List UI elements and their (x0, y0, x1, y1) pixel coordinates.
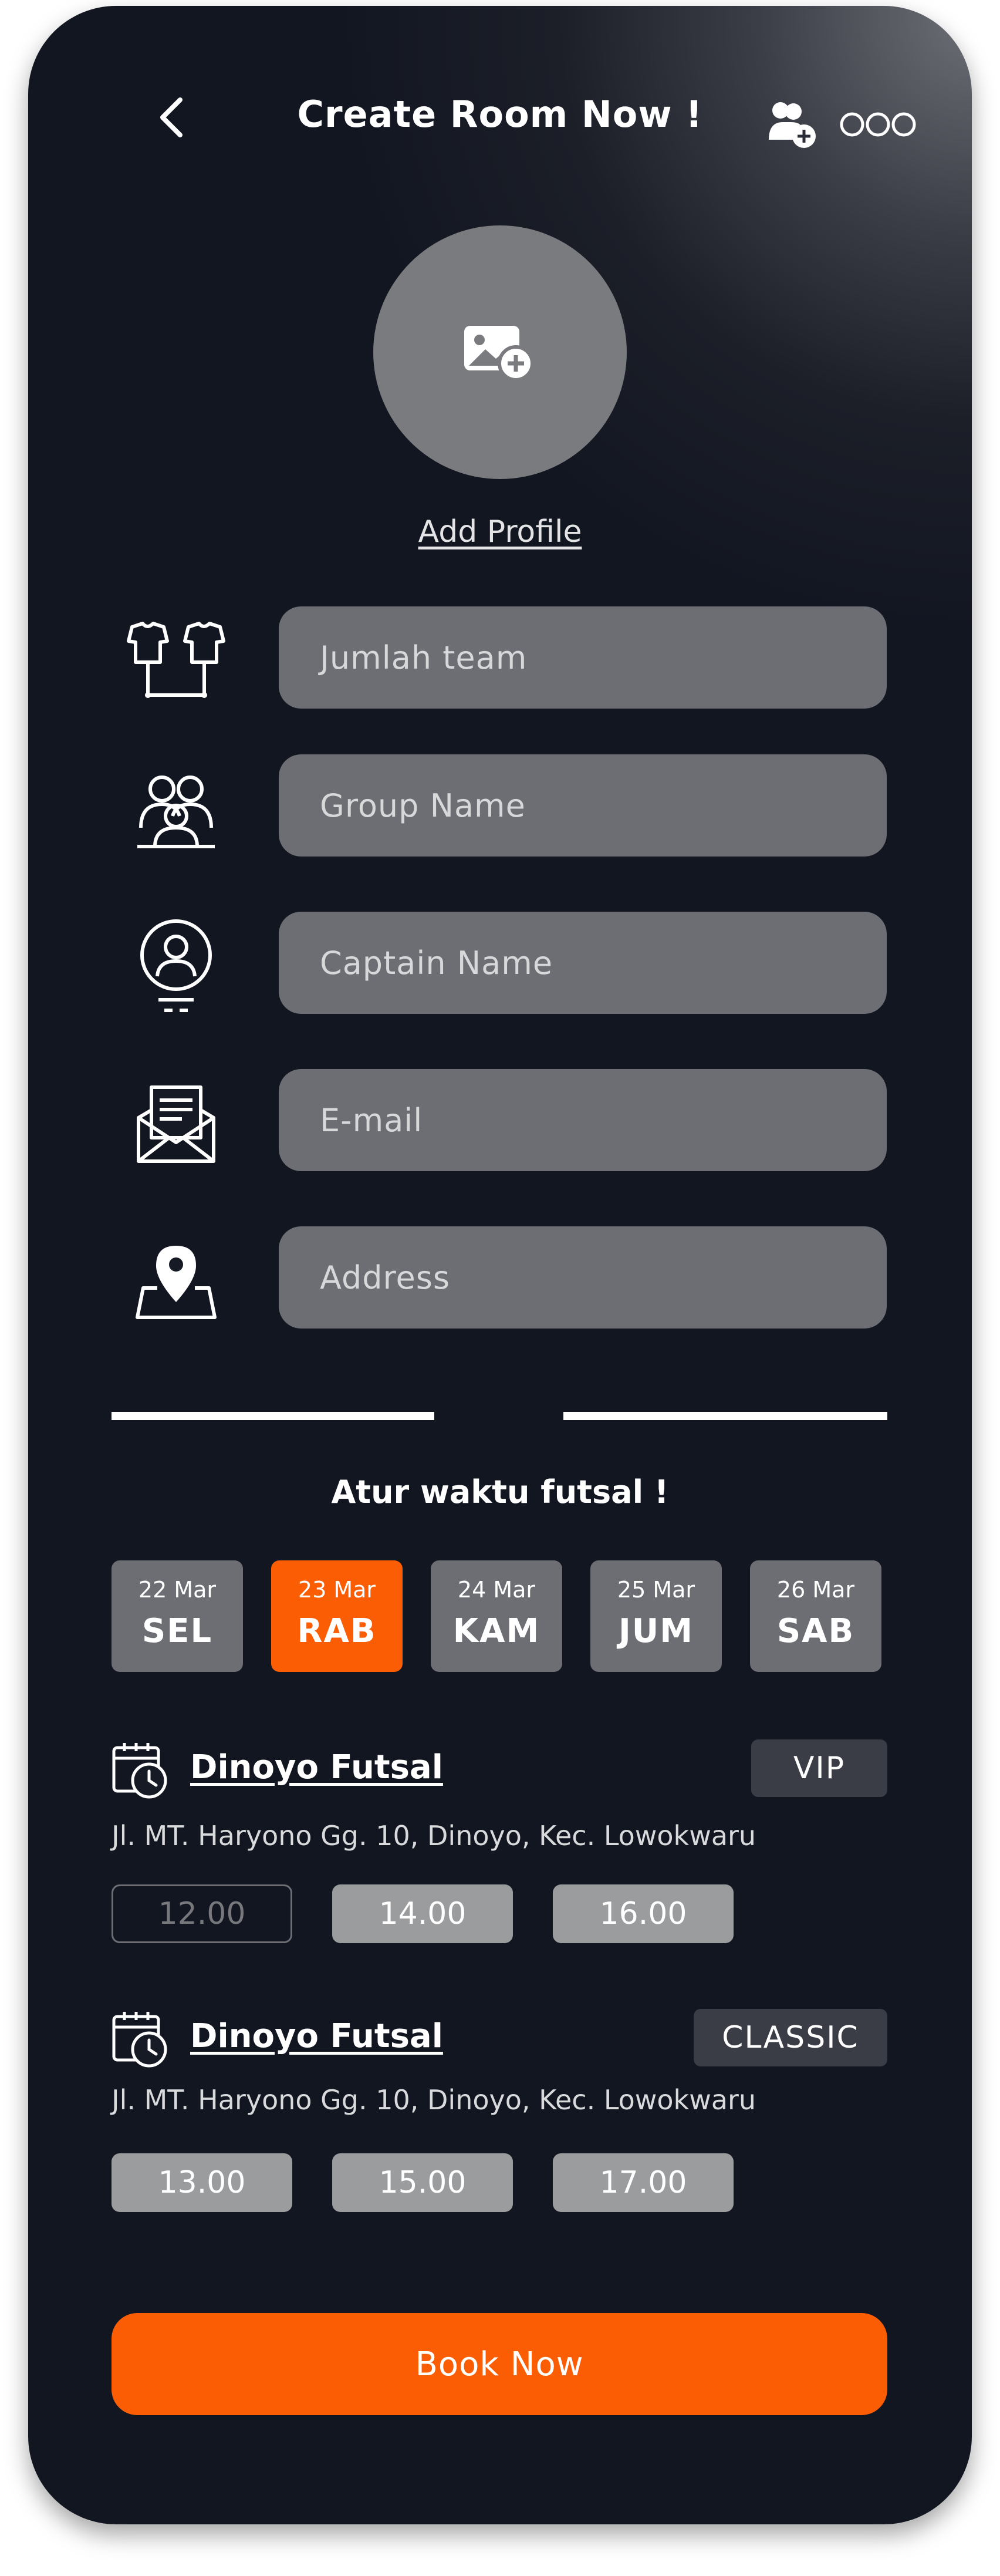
time-slot[interactable]: 16.00 (553, 1884, 734, 1943)
add-user-icon (769, 102, 816, 148)
time-slot[interactable]: 15.00 (332, 2153, 513, 2212)
day-date: 23 Mar (298, 1577, 376, 1603)
add-image-icon (464, 326, 534, 382)
divider-left (112, 1412, 434, 1420)
day-date: 24 Mar (457, 1577, 536, 1603)
day-option-2[interactable]: 24 Mar KAM (431, 1560, 562, 1672)
more-options-button[interactable] (839, 110, 917, 139)
day-name: JUM (618, 1612, 694, 1650)
day-name: SAB (776, 1612, 855, 1650)
day-name: SEL (141, 1612, 213, 1650)
captain-icon (117, 915, 235, 1020)
time-slot-unavailable: 12.00 (112, 1884, 292, 1943)
group-icon (117, 757, 235, 863)
venue-address: Jl. MT. Haryono Gg. 10, Dinoyo, Kec. Low… (112, 2084, 756, 2116)
book-now-button[interactable]: Book Now (112, 2313, 887, 2415)
profile-avatar-upload[interactable] (373, 225, 627, 479)
add-profile-link[interactable]: Add Profile (28, 514, 972, 549)
schedule-title: Atur waktu futsal ! (331, 1474, 669, 1510)
time-slot[interactable]: 13.00 (112, 2153, 292, 2212)
venue-address: Jl. MT. Haryono Gg. 10, Dinoyo, Kec. Low… (112, 1820, 756, 1852)
day-name: RAB (297, 1612, 377, 1650)
calendar-clock-icon (112, 2009, 170, 2068)
day-option-3[interactable]: 25 Mar JUM (590, 1560, 722, 1672)
more-dots-icon (840, 112, 916, 137)
venue-type-badge: CLASSIC (694, 2009, 887, 2066)
venue-name-link[interactable]: Dinoyo Futsal (190, 1748, 443, 1786)
day-name: KAM (452, 1612, 540, 1650)
email-field[interactable]: E-mail (279, 1069, 887, 1171)
add-member-button[interactable] (768, 99, 818, 149)
venue-name-link[interactable]: Dinoyo Futsal (190, 2017, 443, 2055)
day-option-1-selected[interactable]: 23 Mar RAB (271, 1560, 403, 1672)
day-date: 26 Mar (776, 1577, 855, 1603)
address-field[interactable]: Address (279, 1226, 887, 1329)
mail-icon (117, 1072, 235, 1178)
day-option-0[interactable]: 22 Mar SEL (112, 1560, 243, 1672)
captain-name-field[interactable]: Captain Name (279, 912, 887, 1014)
page-title: Create Room Now ! (297, 93, 703, 136)
divider-right (563, 1412, 887, 1420)
jersey-icon (117, 609, 235, 715)
group-name-field[interactable]: Group Name (279, 754, 887, 857)
team-count-field[interactable]: Jumlah team (279, 606, 887, 709)
venue-type-badge: VIP (751, 1739, 887, 1797)
day-date: 25 Mar (617, 1577, 695, 1603)
time-slot[interactable]: 17.00 (553, 2153, 734, 2212)
app-screen: Create Room Now ! Add Profile Jumlah tea… (28, 6, 972, 2524)
time-slot[interactable]: 14.00 (332, 1884, 513, 1943)
day-option-4[interactable]: 26 Mar SAB (750, 1560, 881, 1672)
calendar-clock-icon (112, 1741, 170, 1799)
location-icon (117, 1229, 235, 1335)
day-date: 22 Mar (138, 1577, 217, 1603)
